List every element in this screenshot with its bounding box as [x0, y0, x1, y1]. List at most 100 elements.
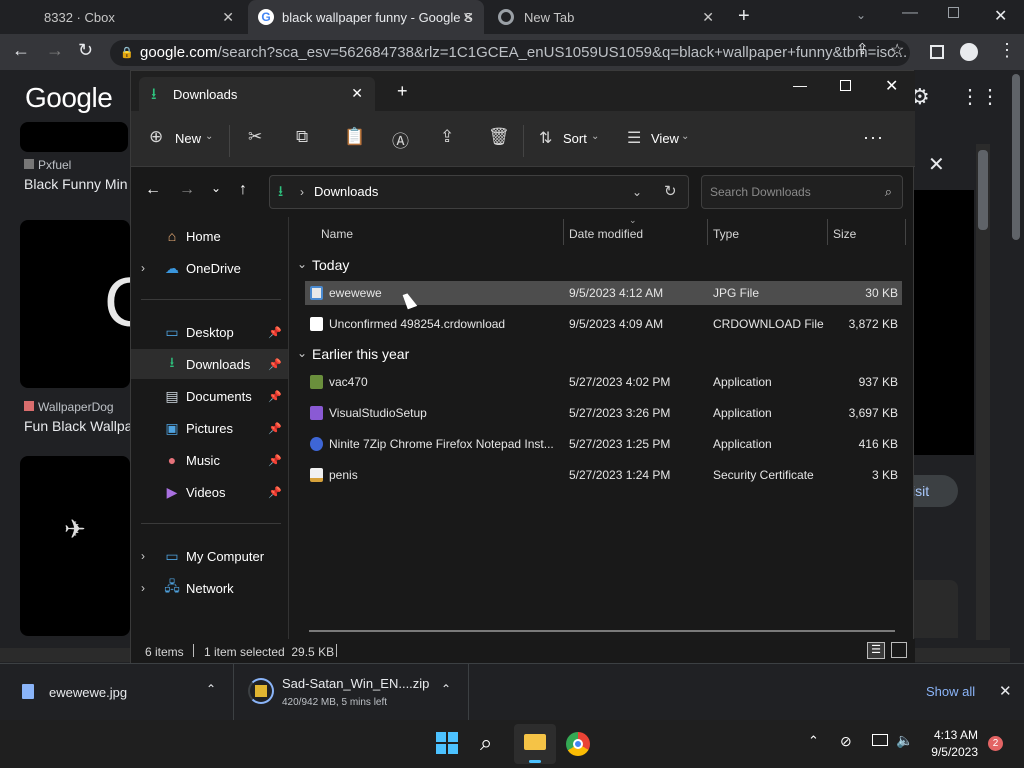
minimize-icon[interactable]: —	[793, 77, 807, 93]
up-icon[interactable]: ↑	[239, 181, 247, 199]
group-collapse-icon[interactable]: ⌄	[297, 346, 307, 360]
file-row[interactable]: vac470 5/27/2023 4:02 PM Application 937…	[305, 370, 902, 394]
close-icon[interactable]: ✕	[222, 9, 234, 26]
new-button[interactable]: ⊕ New ⌄	[149, 127, 219, 157]
group-header-earlier[interactable]: Earlier this year	[312, 346, 409, 362]
bookmark-star-icon[interactable]: ☆	[890, 40, 904, 60]
nav-item-pictures[interactable]: ▣ Pictures 📌	[131, 413, 288, 443]
show-all-button[interactable]: Show all	[926, 684, 975, 699]
pin-icon[interactable]: 📌	[268, 422, 282, 435]
refresh-icon[interactable]: ↻	[664, 176, 677, 208]
nav-item-onedrive[interactable]: › ☁ OneDrive	[131, 253, 288, 283]
horizontal-scrollbar[interactable]	[309, 630, 895, 632]
file-row[interactable]: VisualStudioSetup 5/27/2023 3:26 PM Appl…	[305, 401, 902, 425]
address-dropdown-icon[interactable]: ⌄	[632, 176, 642, 208]
download-item-jpg[interactable]: ewewewe.jpg ⌃	[0, 664, 234, 720]
new-tab-icon[interactable]: +	[738, 5, 750, 28]
recent-locations-icon[interactable]: ⌄	[211, 181, 221, 195]
search-icon[interactable]: ⌕	[480, 730, 492, 756]
expand-chevron-icon[interactable]: ›	[141, 261, 145, 275]
preview-close-icon[interactable]: ✕	[928, 152, 945, 177]
google-logo[interactable]: Google	[25, 82, 113, 114]
file-row[interactable]: Unconfirmed 498254.crdownload 9/5/2023 4…	[305, 312, 902, 336]
paste-icon[interactable]: 📋	[344, 127, 365, 147]
apps-grid-icon[interactable]: ⋮⋮	[960, 84, 1000, 109]
breadcrumb-downloads[interactable]: Downloads	[314, 176, 378, 208]
rename-icon[interactable]: Ⓐ	[392, 127, 409, 152]
new-tab-icon[interactable]: +	[397, 81, 408, 102]
browser-tab-cbox[interactable]: 8332 · Cbox ✕	[8, 0, 244, 34]
file-row[interactable]: ewewewe 9/5/2023 4:12 AM JPG File 30 KB	[305, 281, 902, 305]
browser-scrollbar-thumb[interactable]	[1012, 74, 1020, 240]
clock-time[interactable]: 4:13 AM	[916, 728, 978, 742]
result-title[interactable]: Fun Black Wallpa	[24, 418, 132, 434]
pin-icon[interactable]: 📌	[268, 358, 282, 371]
page-scrollbar-thumb[interactable]	[978, 150, 988, 230]
group-collapse-icon[interactable]: ⌄	[297, 257, 307, 271]
tab-search-icon[interactable]: ⌄	[856, 8, 866, 22]
column-header-name[interactable]: Name	[321, 227, 353, 241]
share-icon[interactable]: ⇪	[440, 127, 454, 147]
clock-date[interactable]: 9/5/2023	[916, 745, 978, 759]
result-thumbnail[interactable]	[20, 122, 128, 152]
nav-item-mycomputer[interactable]: › ▭ My Computer	[131, 541, 288, 571]
pin-icon[interactable]: 📌	[268, 486, 282, 499]
windows-start-icon[interactable]	[436, 732, 458, 754]
profile-icon[interactable]	[960, 43, 978, 61]
minimize-icon[interactable]: —	[902, 4, 918, 22]
file-explorer-taskbar-icon[interactable]	[514, 724, 556, 764]
nav-item-downloads[interactable]: ⭳ Downloads 📌	[131, 349, 288, 379]
column-header-type[interactable]: Type	[713, 227, 739, 241]
nav-item-network[interactable]: › 🖧 Network	[131, 573, 288, 603]
file-row[interactable]: penis 5/27/2023 1:24 PM Security Certifi…	[305, 463, 902, 487]
share-icon[interactable]: ⇪	[856, 40, 869, 58]
pin-icon[interactable]: 📌	[268, 454, 282, 467]
chrome-taskbar-icon[interactable]	[566, 732, 590, 756]
copy-icon[interactable]: ⧉	[296, 127, 308, 147]
cut-icon[interactable]: ✂	[248, 127, 262, 147]
chevron-up-icon[interactable]: ⌃	[441, 682, 451, 696]
forward-icon[interactable]: →	[179, 181, 195, 199]
nav-item-desktop[interactable]: ▭ Desktop 📌	[131, 317, 288, 347]
nav-item-videos[interactable]: ▶ Videos 📌	[131, 477, 288, 507]
nav-item-documents[interactable]: ▤ Documents 📌	[131, 381, 288, 411]
back-icon[interactable]: ←	[145, 181, 161, 199]
menu-icon[interactable]: ⋮	[998, 40, 1016, 61]
close-shelf-icon[interactable]: ✕	[999, 682, 1012, 700]
volume-icon[interactable]: 🔈	[896, 732, 913, 749]
search-box[interactable]: Search Downloads ⌕	[701, 175, 903, 209]
network-status-icon[interactable]: ⊘	[840, 733, 852, 750]
nav-item-music[interactable]: ● Music 📌	[131, 445, 288, 475]
thumbnail-view-icon[interactable]	[891, 642, 907, 658]
details-view-icon[interactable]: ☰	[867, 642, 885, 659]
more-options-icon[interactable]: ···	[863, 127, 884, 148]
restore-icon[interactable]	[948, 7, 959, 18]
chevron-up-icon[interactable]: ⌃	[206, 682, 216, 696]
expand-chevron-icon[interactable]: ›	[141, 549, 145, 563]
reload-icon[interactable]: ↻	[78, 40, 93, 61]
back-icon[interactable]: ←	[12, 40, 30, 61]
browser-tab-newtab[interactable]: New Tab ✕	[488, 0, 724, 34]
explorer-tab-downloads[interactable]: ⭳ Downloads ✕	[139, 77, 375, 111]
column-header-size[interactable]: Size	[833, 227, 856, 241]
column-header-date[interactable]: Date modified	[569, 227, 643, 241]
pin-icon[interactable]: 📌	[268, 390, 282, 403]
group-header-today[interactable]: Today	[312, 257, 349, 273]
nav-item-home[interactable]: ⌂ Home	[131, 221, 288, 251]
address-bar[interactable]: ⭳ › Downloads ⌄ ↻	[269, 175, 689, 209]
close-window-icon[interactable]: ✕	[885, 76, 898, 96]
delete-icon[interactable]: 🗑	[488, 127, 510, 147]
file-row[interactable]: Ninite 7Zip Chrome Firefox Notepad Inst.…	[305, 432, 902, 456]
display-icon[interactable]	[872, 734, 888, 746]
close-tab-icon[interactable]: ✕	[351, 85, 363, 102]
close-icon[interactable]: ✕	[702, 9, 714, 26]
download-item-zip[interactable]: Sad-Satan_Win_EN....zip 420/942 MB, 5 mi…	[235, 664, 469, 720]
address-bar[interactable]: 🔒 google.com/search?sca_esv=562684738&rl…	[110, 40, 910, 66]
close-window-icon[interactable]: ✕	[994, 6, 1007, 26]
browser-tab-google[interactable]: G black wallpaper funny - Google S ✕	[248, 0, 484, 34]
result-thumbnail[interactable]	[20, 456, 130, 636]
sort-button[interactable]: ⇅ Sort ⌄	[539, 127, 609, 157]
view-button[interactable]: ☰ View ⌄	[627, 127, 697, 157]
sidepanel-icon[interactable]	[930, 45, 944, 59]
expand-chevron-icon[interactable]: ›	[141, 581, 145, 595]
